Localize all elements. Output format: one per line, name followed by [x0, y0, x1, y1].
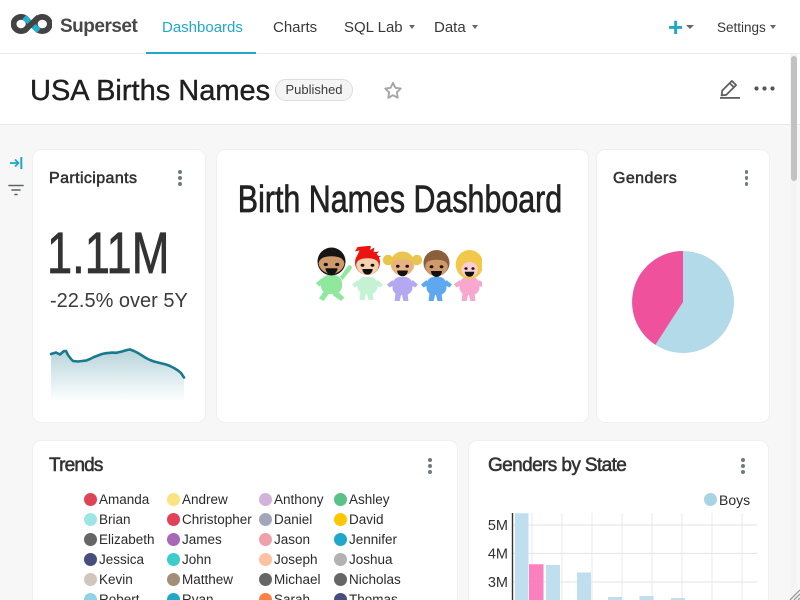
svg-text:5M: 5M [488, 518, 508, 534]
svg-text:4M: 4M [488, 546, 508, 562]
svg-text:3M: 3M [488, 575, 508, 591]
